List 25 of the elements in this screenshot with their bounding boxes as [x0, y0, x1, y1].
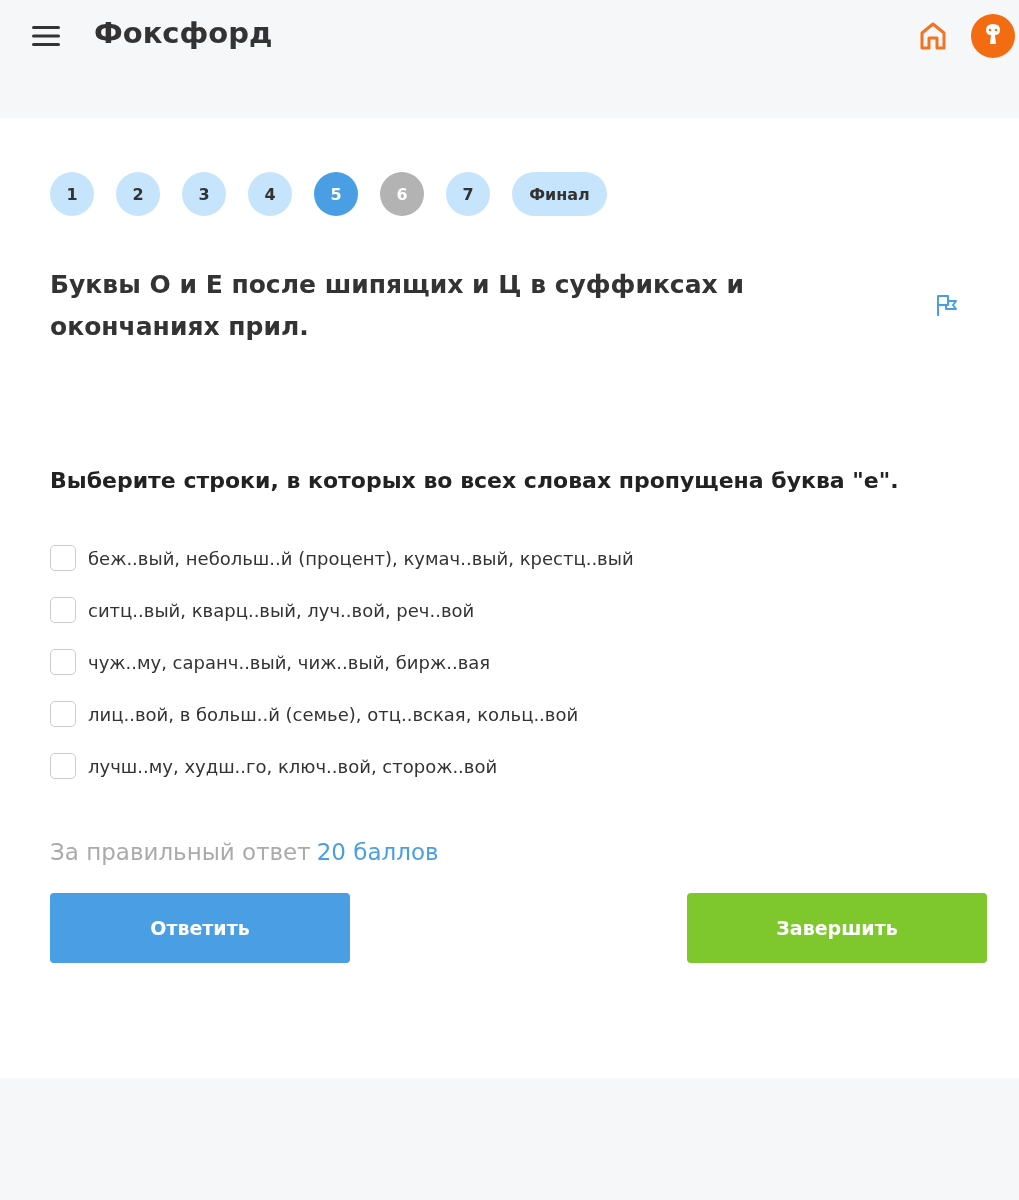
checkbox[interactable]	[50, 545, 76, 571]
option-text[interactable]: чуж..му, саранч..вый, чиж..вый, бирж..вая	[88, 651, 491, 673]
menu-icon[interactable]	[32, 25, 60, 47]
home-icon[interactable]	[919, 21, 947, 51]
step-tab[interactable]: 7	[446, 172, 490, 216]
step-tab[interactable]: Финал	[512, 172, 607, 216]
step-tab[interactable]: 4	[248, 172, 292, 216]
checkbox[interactable]	[50, 753, 76, 779]
option-text[interactable]: лучш..му, худш..го, ключ..вой, сторож..вой	[88, 755, 498, 777]
avatar-icon[interactable]	[971, 14, 1015, 58]
points-label: За правильный ответ	[50, 839, 311, 865]
task-title: Буквы О и Е после шипящих и Ц в суффиксах и окончаниях прил.	[50, 269, 745, 343]
option-text[interactable]: беж..вый, небольш..й (процент), кумач..вый, крестц..вый	[88, 547, 634, 569]
option-text[interactable]: ситц..вый, кварц..вый, луч..вой, реч..вой	[88, 599, 475, 621]
points-value: 20 баллов	[316, 839, 439, 865]
checkbox[interactable]	[50, 649, 76, 675]
step-tab[interactable]: 3	[182, 172, 226, 216]
flag-icon[interactable]	[935, 294, 959, 318]
step-tab[interactable]: 2	[116, 172, 160, 216]
step-tab[interactable]: 1	[50, 172, 94, 216]
question-text: Выберите строки, в которых во всех словах пропущена буква "е".	[50, 468, 900, 493]
checkbox[interactable]	[50, 701, 76, 727]
logo[interactable]: Фоксфорд	[94, 16, 273, 50]
option-text[interactable]: лиц..вой, в больш..й (семье), отц..вская, кольц..вой	[88, 703, 579, 725]
checkbox[interactable]	[50, 597, 76, 623]
